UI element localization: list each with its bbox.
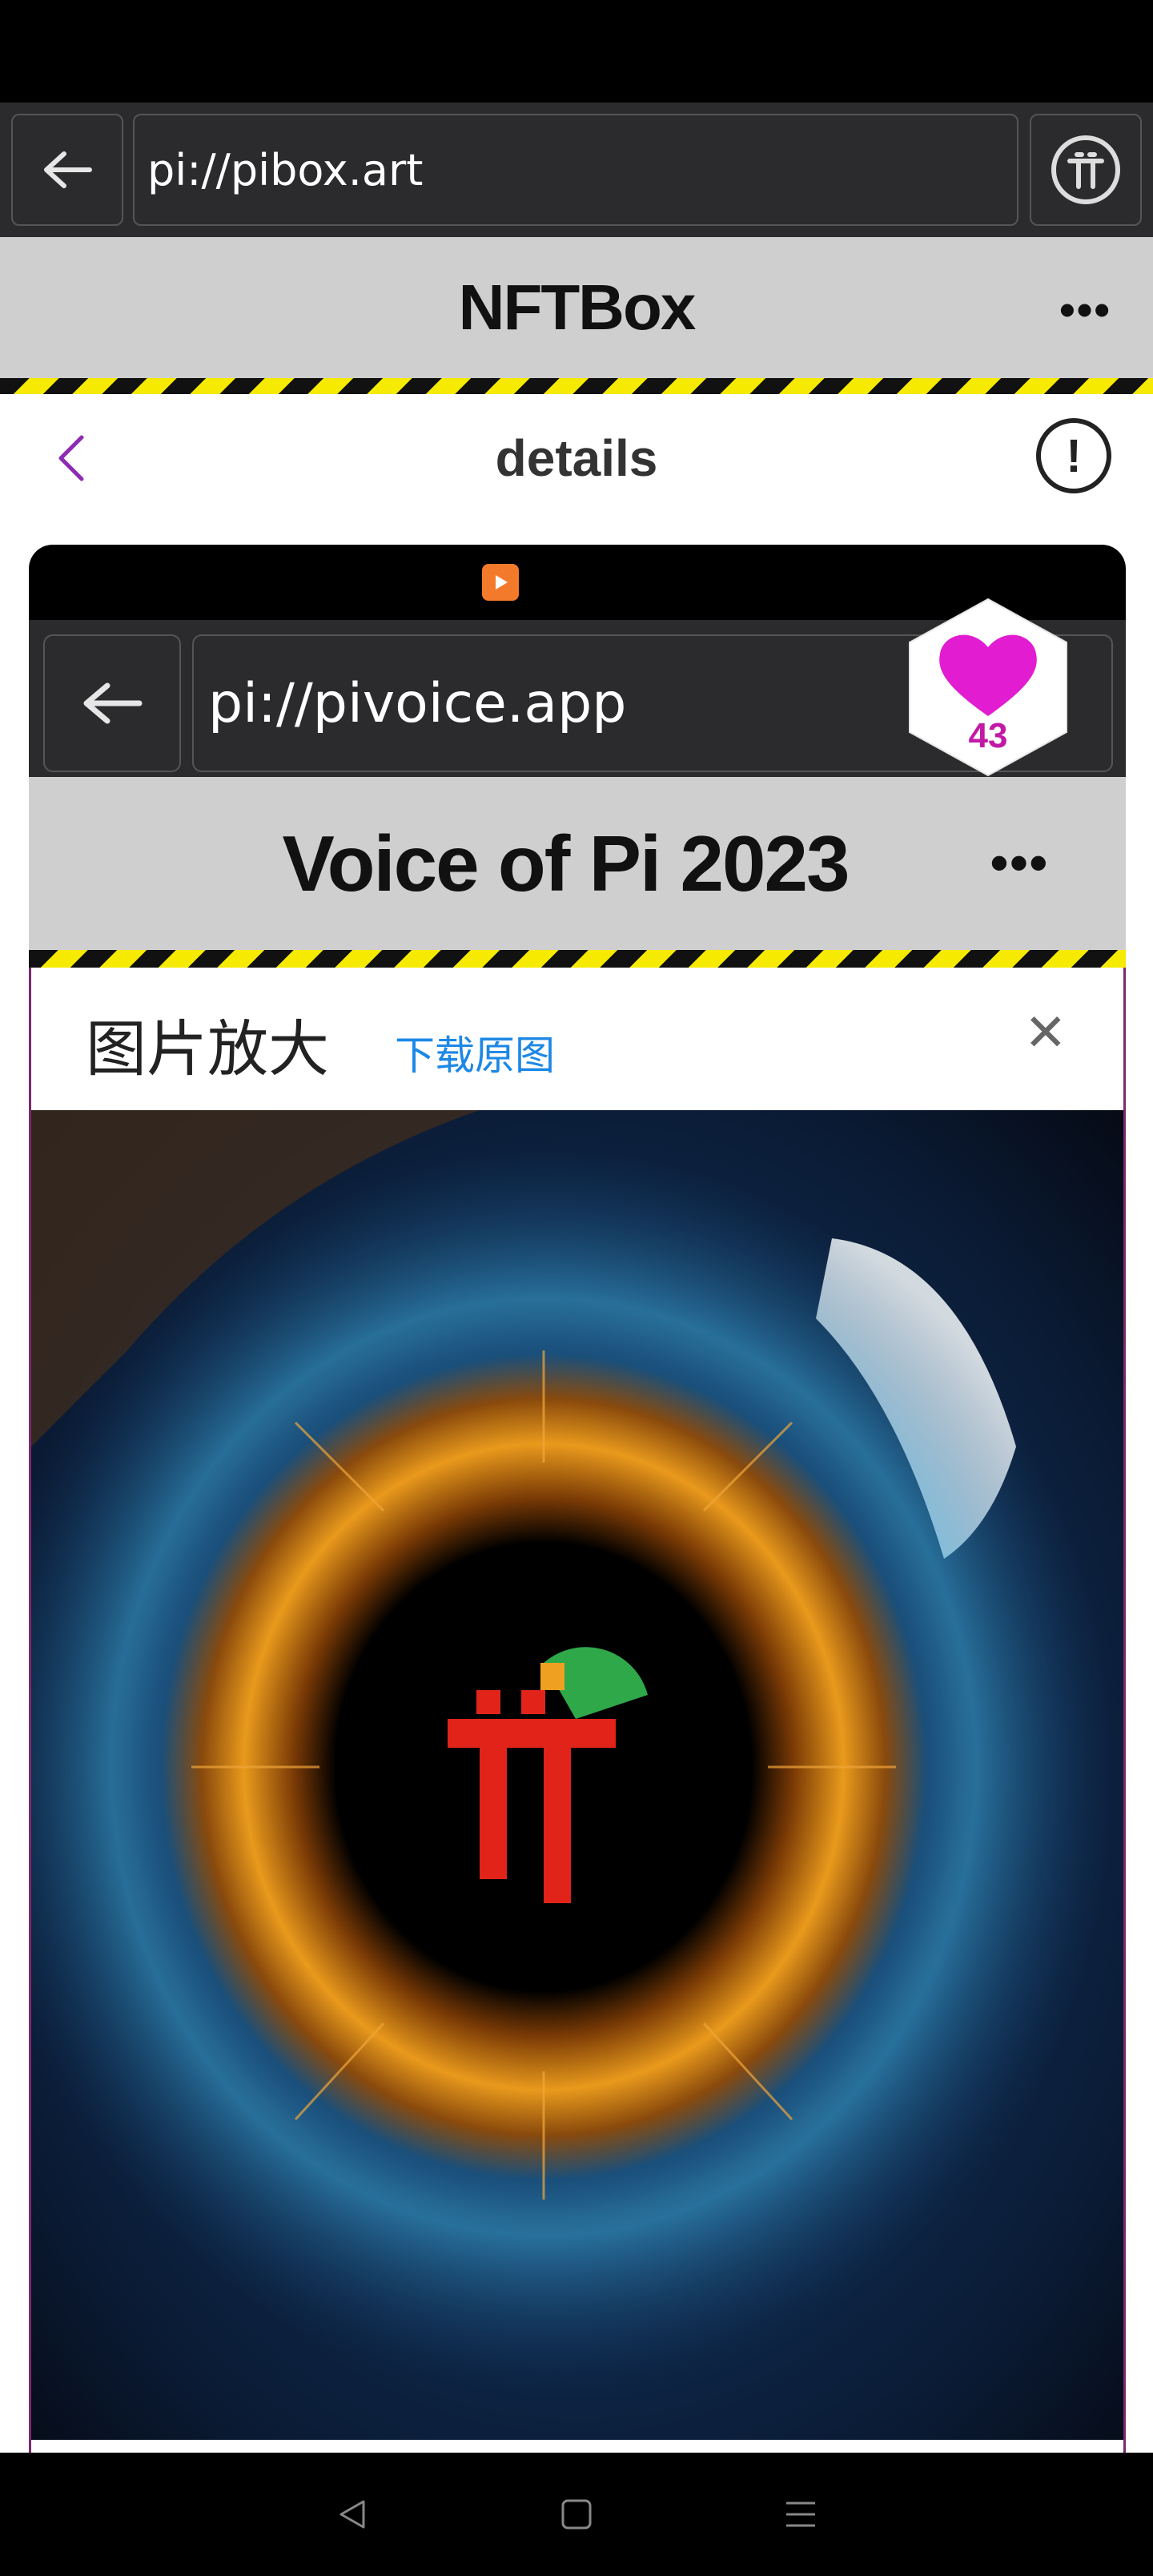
app-logo-icon xyxy=(482,564,519,601)
embedded-app-title: Voice of Pi 2023 xyxy=(282,819,850,908)
browser-back-button[interactable] xyxy=(11,114,123,226)
more-icon[interactable]: ••• xyxy=(1059,284,1111,336)
nav-home-button[interactable] xyxy=(552,2490,601,2538)
nav-home-icon xyxy=(561,2499,592,2530)
app-header: NFTBox ••• xyxy=(0,237,1153,378)
pi-browser-button[interactable] xyxy=(1030,114,1142,226)
details-bar: details ! xyxy=(0,394,1153,522)
system-nav-bar xyxy=(0,2453,1153,2576)
info-icon[interactable]: ! xyxy=(1036,418,1111,493)
back-arrow-icon xyxy=(44,151,92,188)
details-back-button[interactable] xyxy=(48,426,96,490)
like-badge[interactable]: 43 xyxy=(897,596,1079,779)
embedded-page-card: pi://pivoice.app Voice of Pi 2023 ••• 图片… xyxy=(29,545,1126,2576)
chevron-left-icon xyxy=(58,435,84,481)
app-title: NFTBox xyxy=(458,272,697,343)
status-bar xyxy=(0,0,1153,103)
back-arrow-icon xyxy=(83,682,143,724)
zoom-panel-title: 图片放大 xyxy=(86,1013,329,1085)
details-title: details xyxy=(495,429,658,487)
nav-back-icon xyxy=(339,2500,365,2529)
eye-artwork-image xyxy=(31,1110,1123,2440)
browser-url-field[interactable]: pi://pibox.art xyxy=(133,114,1018,226)
page: pi://pibox.art NFTBox ••• details ! pi:/… xyxy=(0,0,1153,2576)
download-original-link[interactable]: 下载原图 xyxy=(395,1024,555,1081)
pi-logo-icon xyxy=(1051,135,1120,204)
embedded-back-button[interactable] xyxy=(43,634,181,772)
nav-back-button[interactable] xyxy=(328,2490,376,2538)
more-icon[interactable]: ••• xyxy=(990,833,1049,892)
zoom-panel-header: 图片放大 下载原图 ✕ xyxy=(31,968,1123,1110)
image-zoom-panel: 图片放大 下载原图 ✕ xyxy=(29,968,1126,2576)
nav-menu-button[interactable] xyxy=(777,2490,825,2538)
hazard-stripe xyxy=(0,378,1153,394)
close-icon[interactable]: ✕ xyxy=(1024,1003,1067,1063)
zoomed-image[interactable] xyxy=(31,1110,1123,2440)
browser-toolbar: pi://pibox.art xyxy=(0,103,1153,237)
nav-menu-icon xyxy=(786,2502,815,2527)
like-count: 43 xyxy=(968,716,1008,755)
hazard-stripe xyxy=(29,950,1126,968)
embedded-app-header: Voice of Pi 2023 ••• xyxy=(29,777,1126,950)
